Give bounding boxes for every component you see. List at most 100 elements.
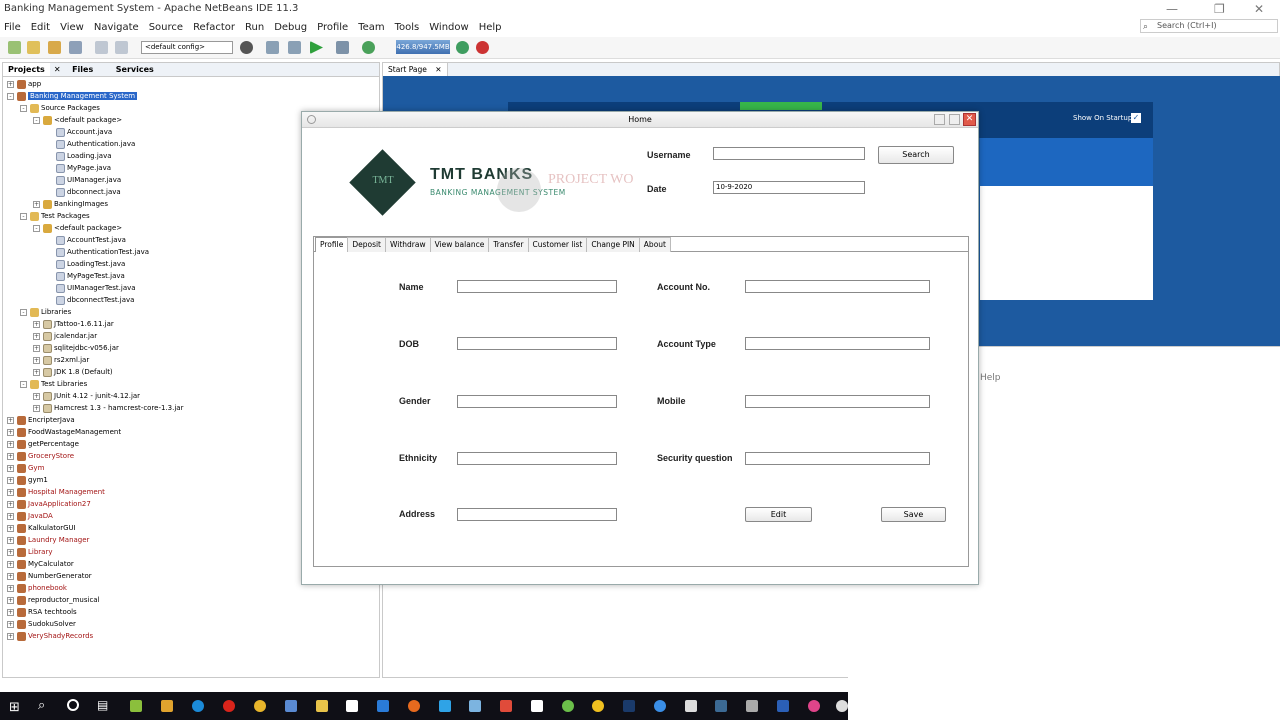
save-button[interactable]: Save	[881, 507, 946, 522]
menu-item-file[interactable]: File	[4, 22, 21, 33]
expand-icon[interactable]: +	[7, 548, 14, 556]
collapse-icon[interactable]: -	[20, 380, 27, 388]
date-field[interactable]: 10-9-2020	[713, 181, 865, 194]
expand-icon[interactable]: +	[7, 608, 14, 616]
expand-icon[interactable]: +	[7, 476, 14, 484]
tab-change-pin[interactable]: Change PIN	[586, 237, 640, 252]
expand-icon[interactable]: +	[7, 452, 14, 460]
tree-node[interactable]: + SudokuSolver	[3, 618, 379, 630]
expand-icon[interactable]: +	[7, 524, 14, 532]
opera-icon[interactable]	[223, 700, 235, 712]
edge-icon[interactable]	[192, 700, 204, 712]
expand-icon[interactable]: +	[33, 392, 40, 400]
target-icon[interactable]	[240, 41, 253, 54]
photos-icon[interactable]	[439, 700, 451, 712]
expand-icon[interactable]: +	[7, 560, 14, 568]
gender-field[interactable]	[457, 395, 617, 408]
expand-icon[interactable]: +	[33, 356, 40, 364]
help-link[interactable]: Help	[980, 373, 1001, 383]
menu-item-help[interactable]: Help	[479, 22, 502, 33]
tab-services[interactable]: Services	[111, 63, 159, 76]
netbeans-icon[interactable]	[715, 700, 727, 712]
mail-icon[interactable]	[377, 700, 389, 712]
tab-deposit[interactable]: Deposit	[347, 237, 386, 252]
username-input[interactable]	[713, 147, 865, 160]
menu-item-source[interactable]: Source	[149, 22, 183, 33]
collapse-icon[interactable]: -	[20, 308, 27, 316]
memory-indicator[interactable]: 426.8/947.5MB	[396, 40, 450, 54]
menu-item-navigate[interactable]: Navigate	[94, 22, 139, 33]
minimize-icon[interactable]: —	[1166, 2, 1178, 16]
sticky-notes-icon[interactable]	[592, 700, 604, 712]
stop-icon[interactable]	[476, 41, 489, 54]
search-input[interactable]: Search (Ctrl+I)	[1140, 19, 1278, 33]
redo-icon[interactable]	[115, 41, 128, 54]
windows-start-icon[interactable]: ⊞	[9, 700, 20, 715]
tree-node[interactable]: + RSA techtools	[3, 606, 379, 618]
collapse-icon[interactable]: -	[33, 116, 40, 124]
database-icon[interactable]	[746, 700, 758, 712]
account-type-field[interactable]	[745, 337, 930, 350]
tree-node[interactable]: + VeryShadyRecords	[3, 630, 379, 642]
expand-icon[interactable]: +	[33, 200, 40, 208]
notion-icon[interactable]	[346, 700, 358, 712]
close-icon[interactable]: ✕	[50, 65, 65, 74]
menu-item-profile[interactable]: Profile	[317, 22, 348, 33]
security-question-field[interactable]	[745, 452, 930, 465]
task-view-icon[interactable]: ▤	[97, 698, 108, 712]
tab-about[interactable]: About	[638, 237, 671, 252]
menu-item-tools[interactable]: Tools	[395, 22, 420, 33]
expand-icon[interactable]: +	[7, 440, 14, 448]
menu-item-view[interactable]: View	[60, 22, 84, 33]
menu-item-debug[interactable]: Debug	[274, 22, 307, 33]
tab-files[interactable]: Files	[67, 63, 98, 76]
minimize-icon[interactable]	[934, 114, 945, 125]
mobile-field[interactable]	[745, 395, 930, 408]
firefox-icon[interactable]	[408, 700, 420, 712]
tab-transfer[interactable]: Transfer	[488, 237, 529, 252]
dob-field[interactable]	[457, 337, 617, 350]
expand-icon[interactable]: +	[33, 332, 40, 340]
collapse-icon[interactable]: -	[33, 224, 40, 232]
media-icon[interactable]	[808, 700, 820, 712]
expand-icon[interactable]: +	[7, 428, 14, 436]
edit-button[interactable]: Edit	[745, 507, 812, 522]
chat-icon[interactable]	[654, 700, 666, 712]
tab-customer-list[interactable]: Customer list	[527, 237, 588, 252]
expand-icon[interactable]: +	[7, 536, 14, 544]
expand-icon[interactable]: +	[7, 596, 14, 604]
paint-icon[interactable]	[469, 700, 481, 712]
build-icon[interactable]	[266, 41, 279, 54]
photoshop-icon[interactable]	[623, 700, 635, 712]
tree-node[interactable]: + app	[3, 78, 379, 90]
menu-item-team[interactable]: Team	[358, 22, 384, 33]
collapse-icon[interactable]: -	[20, 104, 27, 112]
clean-build-icon[interactable]	[288, 41, 301, 54]
expand-icon[interactable]: +	[7, 464, 14, 472]
cortana-icon[interactable]	[67, 699, 79, 711]
tree-node[interactable]: + reproductor_musical	[3, 594, 379, 606]
new-project-icon[interactable]	[27, 41, 40, 54]
expand-icon[interactable]: +	[33, 368, 40, 376]
new-file-icon[interactable]	[8, 41, 21, 54]
show-on-startup-checkbox[interactable]: ✓	[1131, 113, 1141, 123]
tab-projects[interactable]: Projects	[3, 63, 50, 76]
tab-view-balance[interactable]: View balance	[429, 237, 490, 252]
debug-icon[interactable]	[336, 41, 349, 54]
tab-start-page[interactable]: Start Page ✕	[383, 63, 448, 76]
maximize-icon[interactable]	[949, 114, 960, 125]
expand-icon[interactable]: +	[33, 344, 40, 352]
game-icon[interactable]	[500, 700, 512, 712]
ethnicity-field[interactable]	[457, 452, 617, 465]
expand-icon[interactable]: +	[7, 488, 14, 496]
name-field[interactable]	[457, 280, 617, 293]
run-icon[interactable]	[310, 41, 323, 54]
tab-profile[interactable]: Profile	[315, 237, 349, 252]
sublime-icon[interactable]	[161, 700, 173, 712]
expand-icon[interactable]: +	[7, 500, 14, 508]
expand-icon[interactable]: +	[7, 584, 14, 592]
undo-icon[interactable]	[95, 41, 108, 54]
xbox-icon[interactable]	[562, 700, 574, 712]
collapse-icon[interactable]: -	[20, 212, 27, 220]
collapse-icon[interactable]: -	[7, 92, 14, 100]
